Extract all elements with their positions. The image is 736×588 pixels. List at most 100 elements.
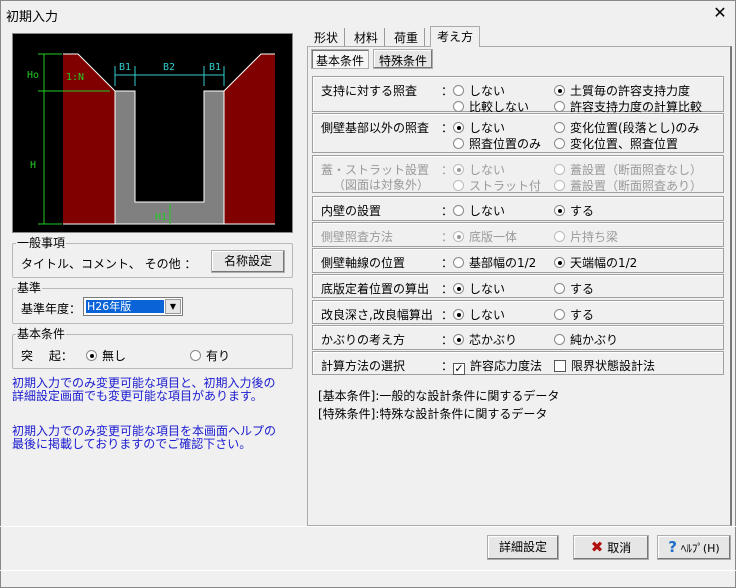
footnote: [特殊条件]:特殊な設計条件に関するデータ	[318, 407, 548, 421]
option-row: 側壁基部以外の照査 ： しない 変化位置(段落とし)のみ 照査位置のみ 変化位置、照査位置	[312, 113, 724, 153]
option-row: 支持に対する照査 ： しない 土質毎の許容支持力度 比較しない 許容支持力度の計算比較	[312, 76, 724, 114]
option-label: しない	[469, 121, 506, 135]
subtab-basic[interactable]: 基本条件	[311, 49, 369, 69]
b2-label: B2	[163, 62, 175, 73]
option-radio[interactable]: 照査位置のみ	[453, 135, 541, 152]
option-label: 限界状態設計法	[571, 359, 656, 373]
radio-icon	[453, 122, 464, 133]
option-checkbox[interactable]: 限界状態設計法	[554, 357, 655, 374]
row-colon: ：	[441, 333, 454, 347]
protrusion-label: 突 起：	[21, 349, 73, 363]
option-radio[interactable]: する	[554, 306, 594, 323]
option-label: する	[570, 308, 595, 322]
subtab-special[interactable]: 特殊条件	[373, 49, 433, 69]
option-radio[interactable]: する	[554, 202, 594, 219]
row-label: 支持に対する照査	[321, 84, 418, 98]
option-radio[interactable]: 基部幅の1/2	[453, 254, 536, 271]
row-colon: ：	[441, 121, 454, 135]
standard-year-select[interactable]: H26年版 ▼	[83, 297, 183, 316]
chevron-down-icon[interactable]: ▼	[165, 299, 181, 314]
option-label: 許容支持力度の計算比較	[570, 100, 703, 114]
option-radio[interactable]: しない	[453, 82, 505, 99]
option-label: しない	[469, 84, 506, 98]
option-row: かぶりの考え方 ： 芯かぶり 純かぶり	[312, 325, 724, 350]
option-label: 芯かぶり	[469, 333, 518, 347]
b1-left-label: B1	[119, 62, 131, 73]
option-radio[interactable]: 天端幅の1/2	[554, 254, 637, 271]
tab-material[interactable]: 材料	[348, 28, 386, 46]
radio-icon	[554, 309, 565, 320]
row-label: 側壁軸線の位置	[321, 256, 406, 270]
option-row: 改良深さ,改良幅算出 ： しない する	[312, 300, 724, 324]
help-label: ﾍﾙﾌﾟ(H)	[680, 542, 720, 555]
divider	[0, 526, 736, 527]
tab-shape[interactable]: 形状	[308, 28, 346, 46]
detail-settings-button[interactable]: 詳細設定	[487, 535, 559, 560]
option-radio: 蓋設置（断面照査あり）	[554, 177, 702, 194]
option-label: しない	[469, 163, 506, 177]
radio-icon	[554, 85, 565, 96]
option-radio[interactable]: する	[554, 280, 594, 297]
option-label: する	[570, 282, 595, 296]
radio-icon	[453, 180, 464, 191]
option-label: 比較しない	[469, 100, 530, 114]
protrusion-none-radio[interactable]: 無し	[86, 347, 126, 364]
row-label: 改良深さ,改良幅算出	[321, 308, 433, 322]
protrusion-yes-radio[interactable]: 有り	[190, 347, 230, 364]
general-legend: 一般事項	[16, 236, 67, 250]
window-title: 初期入力	[6, 10, 59, 25]
option-radio: 蓋設置（断面照査なし）	[554, 161, 702, 178]
row-label: 側壁照査方法	[321, 230, 394, 244]
option-radio[interactable]: 土質毎の許容支持力度	[554, 82, 690, 99]
option-radio[interactable]: 変化位置(段落とし)のみ	[554, 119, 699, 136]
option-radio[interactable]: 芯かぶり	[453, 331, 517, 348]
option-radio[interactable]: しない	[453, 306, 505, 323]
row-sublabel: （図面は対象外）	[333, 178, 430, 192]
option-label: 純かぶり	[570, 333, 619, 347]
help-button[interactable]: ? ﾍﾙﾌﾟ(H)	[657, 535, 731, 560]
close-button[interactable]: ✕	[708, 2, 732, 24]
radio-icon	[554, 138, 565, 149]
option-radio[interactable]: 変化位置、照査位置	[554, 135, 678, 152]
option-radio[interactable]: しない	[453, 280, 505, 297]
option-label: 基部幅の1/2	[469, 256, 537, 270]
option-label: 天端幅の1/2	[570, 256, 638, 270]
option-radio: しない	[453, 161, 505, 178]
basic-legend: 基本条件	[16, 327, 67, 341]
tab-load[interactable]: 荷重	[388, 28, 426, 46]
option-row: 蓋・ストラット設置 （図面は対象外）：しない 蓋設置（断面照査なし） ストラット付 蓋設…	[312, 155, 724, 193]
divider	[0, 570, 736, 571]
option-checkbox[interactable]: ✓ 許容応力度法	[453, 357, 542, 375]
cancel-button[interactable]: ✖ 取消	[573, 535, 649, 560]
option-radio: 片持ち梁	[554, 228, 618, 245]
option-label: 照査位置のみ	[469, 137, 542, 151]
selected-value: H26年版	[85, 299, 165, 314]
option-label: する	[570, 204, 595, 218]
option-label: 無し	[102, 349, 127, 363]
tab-approach[interactable]: 考え方	[430, 26, 481, 47]
radio-icon	[554, 231, 565, 242]
radio-icon	[554, 164, 565, 175]
option-label: しない	[469, 282, 506, 296]
row-colon: ：	[441, 282, 454, 296]
option-label: ストラット付	[469, 179, 542, 193]
general-label: タイトル、コメント、 その他 ：	[21, 257, 197, 271]
option-radio[interactable]: しない	[453, 202, 505, 219]
radio-icon	[554, 180, 565, 191]
option-label: 底版一体	[469, 230, 518, 244]
name-settings-button[interactable]: 名称設定	[211, 250, 285, 273]
row-colon: ：	[441, 163, 454, 177]
row-label: 計算方法の選択	[321, 359, 406, 373]
option-label: 片持ち梁	[570, 230, 619, 244]
slope-label: 1:N	[66, 72, 84, 83]
option-label: しない	[469, 204, 506, 218]
row-label: かぶりの考え方	[321, 333, 406, 347]
option-radio[interactable]: しない	[453, 119, 505, 136]
radio-icon	[453, 164, 464, 175]
radio-icon	[554, 122, 565, 133]
standard-year-label: 基準年度：	[21, 302, 82, 316]
option-radio[interactable]: 純かぶり	[554, 331, 618, 348]
option-label: 変化位置、照査位置	[570, 137, 679, 151]
h1-label: H1	[155, 212, 167, 223]
radio-icon	[453, 309, 464, 320]
